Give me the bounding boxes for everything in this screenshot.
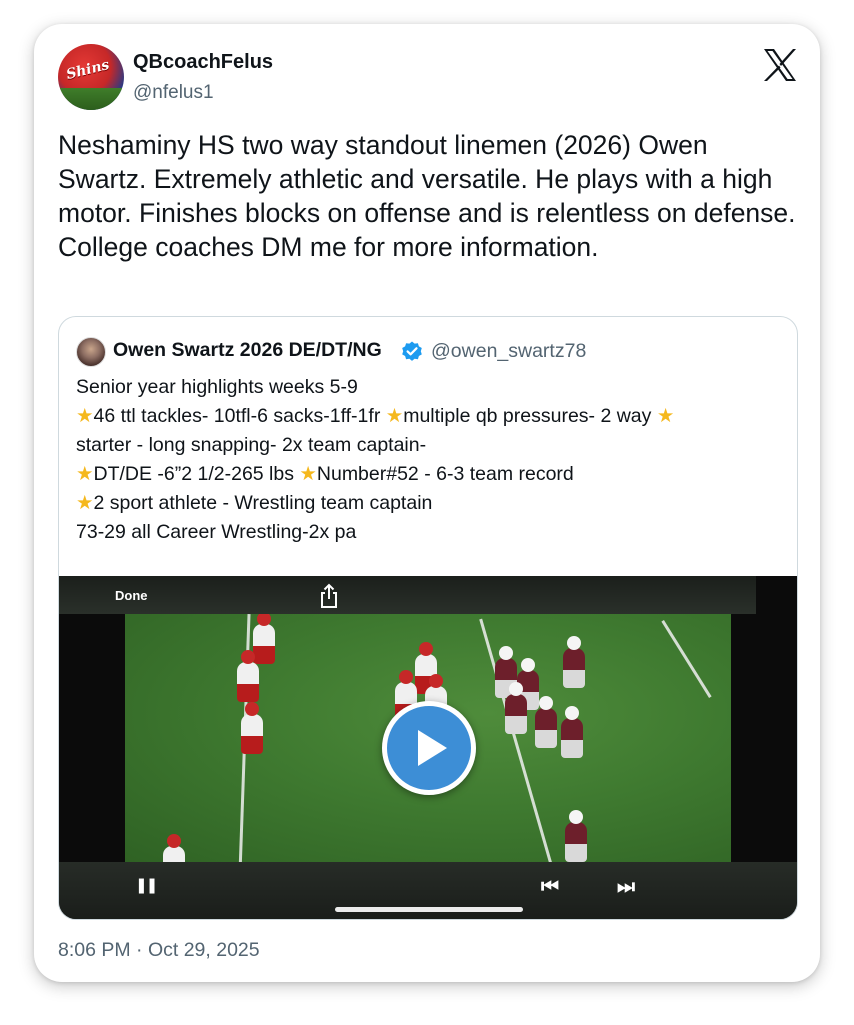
home-indicator <box>335 907 523 912</box>
player <box>565 810 587 862</box>
quoted-tweet-text: Senior year highlights weeks 5-9 ★46 ttl… <box>76 373 786 547</box>
star-emoji-icon: ★ <box>656 405 675 427</box>
video-top-bar: Done <box>59 576 756 614</box>
quoted-line-2b: multiple qb pressures- 2 way <box>403 405 657 427</box>
play-button[interactable] <box>382 701 476 795</box>
share-icon[interactable] <box>317 583 341 609</box>
player <box>561 706 583 758</box>
player <box>253 614 275 664</box>
author-handle[interactable]: @nfelus1 <box>133 82 214 104</box>
star-emoji-icon: ★ <box>76 405 94 427</box>
author-display-name[interactable]: QBcoachFelus <box>133 51 273 74</box>
verified-badge-icon <box>402 341 422 361</box>
star-emoji-icon: ★ <box>76 492 94 514</box>
video-player[interactable]: Done ❚❚ ⏮ ⏭ <box>59 576 797 919</box>
quoted-author-avatar[interactable] <box>76 337 106 367</box>
player <box>237 650 259 702</box>
star-emoji-icon: ★ <box>385 405 404 427</box>
quoted-line-4b: Number#52 - 6-3 team record <box>316 463 574 485</box>
quoted-line-5a: 2 sport athlete - Wrestling team captain <box>93 492 433 514</box>
avatar-logo-grass <box>58 88 124 110</box>
quoted-tweet[interactable]: Owen Swartz 2026 DE/DT/NG @owen_swartz78… <box>58 316 798 920</box>
quoted-line-4: ★DT/DE -6”2 1/2-265 lbs ★Number#52 - 6-3… <box>76 460 786 489</box>
avatar-logo: Shins <box>64 56 111 84</box>
quoted-line-4a: DT/DE -6”2 1/2-265 lbs <box>93 463 300 485</box>
quoted-line-2: ★46 ttl tackles- 10tfl-6 sacks-1ff-1fr ★… <box>76 402 786 431</box>
player <box>241 702 263 754</box>
tweet-text: Neshaminy HS two way standout linemen (2… <box>58 130 796 262</box>
play-icon <box>418 730 447 766</box>
star-emoji-icon: ★ <box>76 463 94 485</box>
pause-icon[interactable]: ❚❚ <box>135 876 158 894</box>
done-button[interactable]: Done <box>115 588 148 603</box>
quoted-line-3: starter - long snapping- 2x team captain… <box>76 434 427 456</box>
quoted-line-1: Senior year highlights weeks 5-9 <box>76 376 358 398</box>
skip-back-icon[interactable]: ⏮ <box>541 874 559 898</box>
quoted-line-5: ★2 sport athlete - Wrestling team captai… <box>76 489 786 518</box>
quoted-line-2a: 46 ttl tackles- 10tfl-6 sacks-1ff-1fr <box>93 405 386 427</box>
skip-forward-icon[interactable]: ⏭ <box>617 874 635 898</box>
player <box>163 834 185 862</box>
tweet-card: Shins QBcoachFelus @nfelus1 Neshaminy HS… <box>34 24 820 982</box>
player <box>563 636 585 688</box>
star-emoji-icon: ★ <box>299 463 317 485</box>
yard-line <box>661 620 712 698</box>
player <box>505 682 527 734</box>
x-logo-icon[interactable] <box>762 48 798 82</box>
player <box>535 696 557 748</box>
quoted-author-handle[interactable]: @owen_swartz78 <box>431 340 586 363</box>
author-avatar[interactable]: Shins <box>58 44 124 110</box>
tweet-timestamp[interactable]: 8:06 PM · Oct 29, 2025 <box>58 939 260 962</box>
quoted-line-6: 73-29 all Career Wrestling-2x pa <box>76 521 357 543</box>
quoted-author-name[interactable]: Owen Swartz 2026 DE/DT/NG <box>113 339 382 362</box>
